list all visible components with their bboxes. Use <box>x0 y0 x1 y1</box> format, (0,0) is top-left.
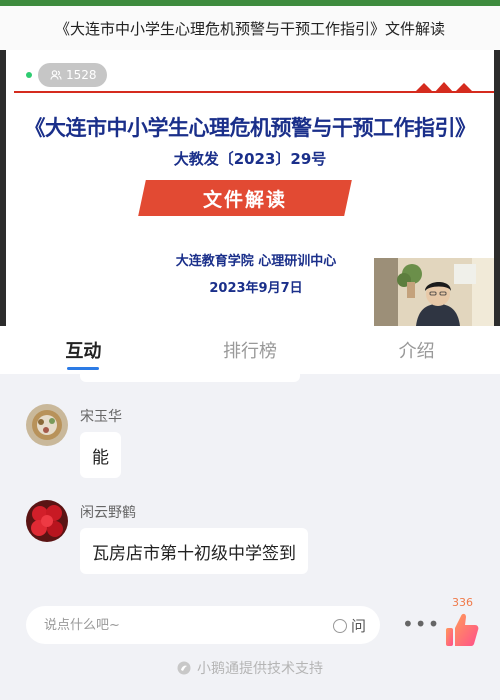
thumbs-up-icon[interactable] <box>442 606 482 650</box>
tab-interaction[interactable]: 互动 <box>0 326 167 374</box>
more-options-icon[interactable]: ••• <box>402 614 440 634</box>
ask-question-button[interactable]: 问 <box>332 615 366 636</box>
organization-label: 大连教育学院 心理研训中心 <box>175 254 337 269</box>
chat-bubble: 瓦房店市第十初级中学签到 <box>80 528 308 574</box>
tab-bar: 互动 排行榜 介绍 <box>0 326 500 374</box>
tab-leaderboard-label: 排行榜 <box>223 341 277 362</box>
page-title: 《大连市中小学生心理危机预警与干预工作指引》文件解读 <box>54 19 445 38</box>
flower-avatar-icon <box>26 404 68 446</box>
ribbon-label: 文件解读 <box>202 188 287 211</box>
document-number: 大教发〔2023〕29号 <box>173 150 327 168</box>
avatar[interactable] <box>26 500 68 542</box>
date-label: 2023年9月7日 <box>209 281 303 296</box>
comment-input[interactable] <box>42 616 316 634</box>
tab-leaderboard[interactable]: 排行榜 <box>167 326 334 374</box>
bottom-bar: 问 ••• 336 小鹅通提供技术支持 <box>0 590 500 700</box>
tab-introduction[interactable]: 介绍 <box>333 326 500 374</box>
tab-introduction-label: 介绍 <box>398 341 435 362</box>
footer-text: 小鹅通提供技术支持 <box>197 661 323 677</box>
previous-message-bubble <box>80 374 300 382</box>
powered-by-footer: 小鹅通提供技术支持 <box>0 658 500 678</box>
page-title-bar: 《大连市中小学生心理危机预警与干预工作指引》文件解读 <box>0 6 500 50</box>
presenter-camera <box>374 258 494 326</box>
people-icon <box>50 70 62 80</box>
document-title: 《大连市中小学生心理危机预警与干预工作指引》 <box>24 116 477 140</box>
avatar[interactable] <box>26 404 68 446</box>
ask-label: 问 <box>350 617 366 635</box>
chat-bubble: 能 <box>80 432 121 478</box>
tab-interaction-label: 互动 <box>65 341 102 362</box>
chat-nickname: 闲云野鹤 <box>80 505 136 521</box>
live-video-player[interactable]: 1528 《大连市中小学生心理危机预警与干预工作指引》 大教发〔2023〕29号… <box>6 50 494 326</box>
red-divider-line <box>14 91 494 93</box>
viewer-count-badge: 1528 <box>38 63 107 87</box>
presenter-avatar-icon <box>374 258 494 326</box>
viewer-count: 1528 <box>66 68 97 82</box>
video-right-border <box>494 50 500 326</box>
chat-nickname: 宋玉华 <box>80 409 122 425</box>
rose-avatar-icon <box>26 500 68 542</box>
live-status-dot <box>26 72 32 78</box>
question-circle-icon <box>332 618 347 633</box>
comment-input-box[interactable]: 问 <box>26 606 380 644</box>
xiaoe-logo-icon <box>177 661 191 675</box>
chat-list[interactable]: 宋玉华 能 闲云野鹤 瓦房店市第十初级中学签到 <box>0 374 500 590</box>
